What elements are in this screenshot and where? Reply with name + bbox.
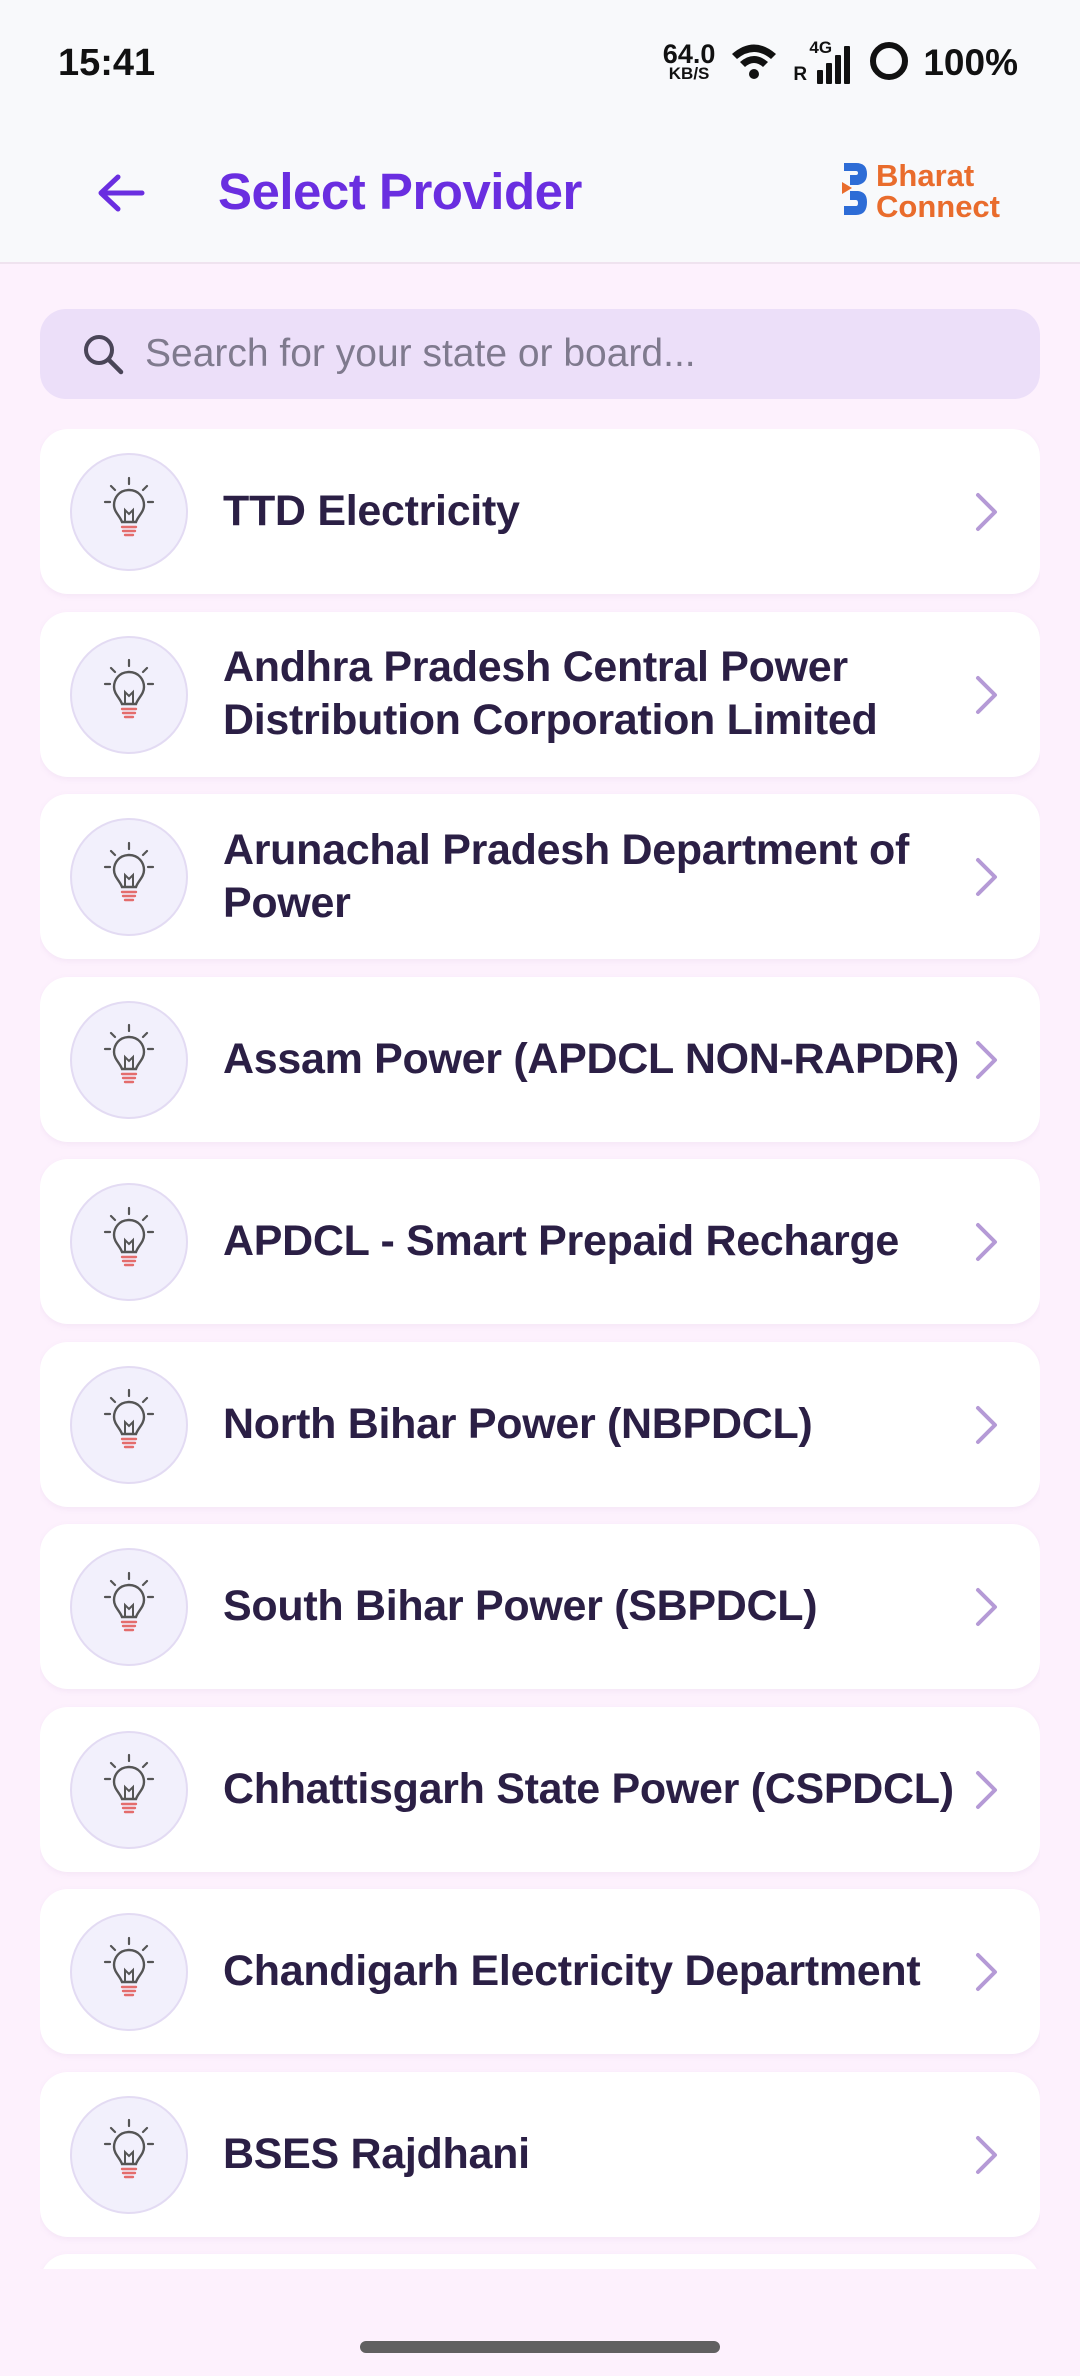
provider-item[interactable]: Chhattisgarh State Power (CSPDCL) bbox=[40, 1706, 1040, 1872]
network-speed-unit: KB/S bbox=[668, 64, 710, 83]
provider-icon-circle bbox=[70, 2095, 188, 2214]
network-speed: 64.0 KB/S bbox=[662, 39, 716, 83]
bharat-connect-mark-icon bbox=[840, 161, 870, 222]
lightbulb-icon bbox=[99, 470, 159, 555]
provider-list: TTD Electricity Andhra Pradesh Central P bbox=[40, 429, 1040, 2269]
app-header: Select Provider Bharat Connect bbox=[0, 130, 1080, 264]
chevron-right-icon bbox=[968, 1037, 1004, 1083]
provider-icon-circle bbox=[70, 635, 188, 754]
lightbulb-icon bbox=[99, 1017, 159, 1102]
provider-icon-circle bbox=[70, 1365, 188, 1484]
brand-line-1: Bharat bbox=[876, 158, 975, 193]
provider-name: Andhra Pradesh Central Power Distributio… bbox=[223, 643, 878, 744]
search-icon bbox=[80, 331, 126, 382]
lightbulb-icon bbox=[99, 1200, 159, 1285]
provider-name: APDCL - Smart Prepaid Recharge bbox=[223, 1217, 900, 1265]
lightbulb-icon bbox=[99, 652, 159, 737]
provider-name: BSES Rajdhani bbox=[223, 2129, 530, 2178]
chevron-right-icon bbox=[968, 1219, 1004, 1265]
provider-item[interactable]: Andhra Pradesh Central Power Distributio… bbox=[40, 611, 1040, 777]
provider-icon-circle bbox=[70, 1913, 188, 2031]
provider-item[interactable]: North Bihar Power (NBPDCL) bbox=[40, 1341, 1040, 1507]
provider-item[interactable]: South Bihar Power (SBPDCL) bbox=[40, 1524, 1040, 1689]
provider-name: Chhattisgarh State Power (CSPDCL) bbox=[223, 1764, 954, 1813]
provider-icon-circle bbox=[70, 453, 188, 571]
chevron-right-icon bbox=[968, 1402, 1004, 1448]
back-button[interactable] bbox=[86, 160, 156, 230]
chevron-right-icon bbox=[968, 672, 1004, 718]
battery-icon bbox=[869, 41, 909, 86]
chevron-right-icon bbox=[968, 489, 1004, 535]
chevron-right-icon bbox=[968, 1949, 1004, 1995]
provider-icon-circle bbox=[70, 1183, 188, 1301]
home-indicator[interactable] bbox=[360, 2341, 720, 2353]
lightbulb-icon bbox=[99, 835, 159, 920]
search-input[interactable] bbox=[145, 309, 1005, 399]
provider-name: South Bihar Power (SBPDCL) bbox=[223, 1582, 818, 1630]
arrow-left-icon bbox=[96, 173, 146, 218]
status-bar: 15:41 64.0 KB/S R 4G 100% bbox=[0, 0, 1080, 130]
provider-item[interactable]: Arunachal Pradesh Department of Power bbox=[40, 794, 1040, 959]
wifi-icon bbox=[729, 41, 779, 86]
lightbulb-icon bbox=[99, 1930, 159, 2015]
lightbulb-icon bbox=[99, 1565, 159, 1650]
status-icons: 64.0 KB/S R 4G 100% bbox=[662, 38, 1018, 86]
lightbulb-icon bbox=[99, 1747, 159, 1832]
brand-text: Bharat Connect bbox=[876, 160, 1000, 222]
lightbulb-icon bbox=[99, 1382, 159, 1467]
provider-icon-circle bbox=[70, 818, 188, 936]
provider-item[interactable]: Assam Power (APDCL NON-RAPDR) bbox=[40, 976, 1040, 1142]
provider-item-partial[interactable] bbox=[40, 2254, 1040, 2269]
chevron-right-icon bbox=[968, 1767, 1004, 1813]
chevron-right-icon bbox=[968, 2132, 1004, 2178]
lightbulb-icon bbox=[99, 2112, 159, 2197]
provider-name: Assam Power (APDCL NON-RAPDR) bbox=[223, 1034, 959, 1083]
provider-icon-circle bbox=[70, 1548, 188, 1666]
page-title: Select Provider bbox=[218, 163, 582, 220]
provider-item[interactable]: BSES Rajdhani bbox=[40, 2071, 1040, 2237]
provider-name: Arunachal Pradesh Department of Power bbox=[223, 825, 910, 927]
provider-name: Chandigarh Electricity Department bbox=[223, 1947, 921, 1995]
brand-line-2: Connect bbox=[876, 189, 1000, 224]
status-time: 15:41 bbox=[58, 42, 156, 84]
battery-percentage: 100% bbox=[923, 42, 1018, 83]
provider-name: North Bihar Power (NBPDCL) bbox=[223, 1399, 813, 1448]
provider-item[interactable]: Chandigarh Electricity Department bbox=[40, 1889, 1040, 2054]
provider-item[interactable]: TTD Electricity bbox=[40, 429, 1040, 594]
chevron-right-icon bbox=[968, 854, 1004, 900]
search-bar[interactable] bbox=[40, 309, 1040, 399]
chevron-right-icon bbox=[968, 1584, 1004, 1630]
provider-item[interactable]: APDCL - Smart Prepaid Recharge bbox=[40, 1159, 1040, 1324]
bharat-connect-logo: Bharat Connect bbox=[840, 160, 1000, 222]
network-speed-value: 64.0 bbox=[662, 39, 716, 69]
provider-icon-circle bbox=[70, 1000, 188, 1119]
provider-name: TTD Electricity bbox=[223, 487, 520, 535]
cellular-signal-icon: R 4G bbox=[793, 38, 855, 86]
provider-icon-circle bbox=[70, 1730, 188, 1849]
